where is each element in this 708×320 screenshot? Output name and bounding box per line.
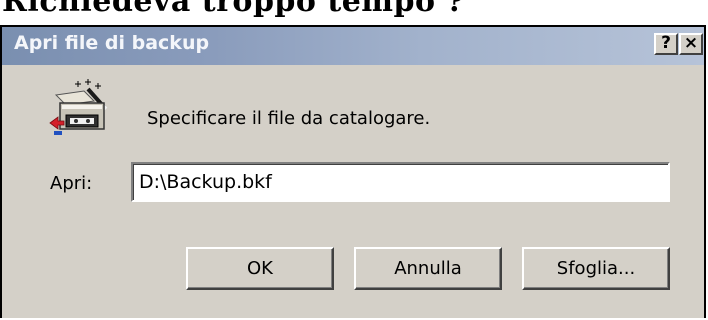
open-label: Apri: (50, 173, 93, 194)
browse-button[interactable]: Sfoglia... (522, 247, 670, 290)
help-button[interactable]: ? (654, 33, 678, 55)
ok-button[interactable]: OK (186, 247, 334, 290)
open-backup-dialog: Apri file di backup ? × Specificare il f… (0, 25, 706, 318)
dialog-titlebar[interactable]: Apri file di backup ? × (2, 27, 704, 65)
cancel-button[interactable]: Annulla (354, 247, 502, 290)
file-path-input[interactable] (131, 162, 670, 202)
page-heading: Richiedeva troppo tempo ? (2, 0, 465, 19)
backup-catalog-icon (48, 77, 116, 139)
dialog-title: Apri file di backup (14, 32, 210, 54)
instruction-text: Specificare il file da catalogare. (147, 108, 431, 129)
close-button[interactable]: × (679, 33, 703, 55)
screenshot: Richiedeva troppo tempo ? Apri file di b… (0, 0, 708, 320)
